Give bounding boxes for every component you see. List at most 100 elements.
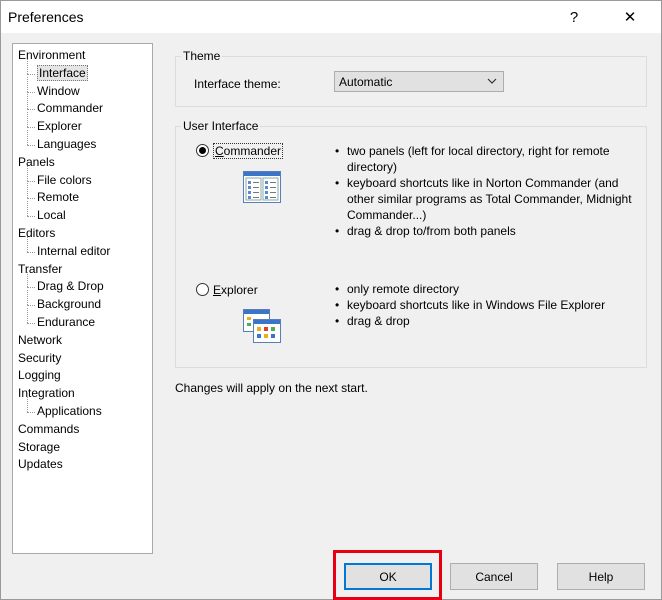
tree-item-window[interactable]: Window [37,83,80,100]
tree-item-network[interactable]: Network [18,332,62,349]
tree-connector [27,58,28,74]
tree-connector [27,94,28,110]
tree-connector [27,216,35,218]
tree-item-remote[interactable]: Remote [37,189,79,206]
theme-legend: Theme [181,49,223,63]
tree-connector [27,201,28,217]
ok-highlight-box [333,550,442,600]
commander-description: two panels (left for local directory, ri… [333,143,645,239]
preferences-tree[interactable]: Environment Interface Window Commander Explo… [12,43,153,554]
tree-item-label: Commander [37,101,104,116]
tree-connector [27,290,28,306]
tree-item-label: Interface [37,64,88,81]
window-title: Preferences [8,9,84,25]
tree-connector [27,412,35,413]
tree-item-security[interactable]: Security [18,350,61,367]
tree-item-label: Security [18,350,62,365]
explorer-layout-icon [243,309,281,343]
tree-connector [27,165,28,181]
tree-item-endurance[interactable]: Endurance [37,314,95,331]
tree-item-label: Window [37,83,80,98]
interface-theme-select[interactable]: Automatic [334,71,504,92]
description-bullet: only remote directory [333,281,645,297]
tree-item-label: Transfer [18,261,63,276]
tree-item-label: Logging [18,368,61,383]
commander-radio-label[interactable]: Commander [213,143,284,159]
close-button[interactable]: ✕ [607,1,653,33]
interface-theme-label: Interface theme: [194,77,281,91]
help-title-button[interactable]: ? [551,1,597,33]
explorer-description: only remote directorykeyboard shortcuts … [333,281,645,329]
tree-connector [27,323,35,324]
tree-connector [27,130,28,145]
tree-item-commands[interactable]: Commands [18,421,79,438]
explorer-radio-label[interactable]: Explorer [213,283,258,297]
tree-connector [27,73,35,75]
tree-connector [27,91,35,93]
tree-item-background[interactable]: Background [37,296,101,313]
tree-connector [27,109,35,111]
tree-item-internal-editor[interactable]: Internal editor [37,243,110,260]
tree-item-label: Endurance [37,315,96,329]
description-bullet: drag & drop to/from both panels [333,223,645,239]
tree-connector [27,308,28,323]
tree-item-logging[interactable]: Logging [18,367,61,384]
tree-item-label: Explorer [37,119,82,134]
question-icon: ? [569,8,579,26]
tree-item-file-colors[interactable]: File colors [37,172,92,189]
description-bullet: keyboard shortcuts like in Windows File … [333,297,645,313]
tree-item-label: Environment [18,48,86,62]
tree-item-label: Storage [18,439,61,454]
tree-item-updates[interactable]: Updates [18,456,63,473]
tree-connector [27,127,35,129]
tree-connector [27,251,35,253]
tree-connector [27,272,28,288]
restart-note: Changes will apply on the next start. [175,381,368,395]
tree-connector [27,145,35,146]
tree-item-panels[interactable]: Panels [18,154,55,171]
tree-item-label: Network [18,332,63,347]
tree-item-label: Background [37,297,102,312]
commander-layout-icon [243,171,281,203]
commander-radio[interactable] [196,144,209,157]
tree-item-transfer[interactable]: Transfer [18,261,62,278]
description-bullet: two panels (left for local directory, ri… [333,143,645,175]
close-icon: ✕ [623,9,637,26]
tree-item-languages[interactable]: Languages [37,136,96,153]
description-bullet: keyboard shortcuts like in Norton Comman… [333,175,645,223]
tree-item-storage[interactable]: Storage [18,439,60,456]
tree-connector [27,76,28,92]
tree-connector [27,236,28,252]
cancel-button[interactable]: Cancel [450,563,538,590]
tree-connector [27,180,35,182]
tree-item-label: Local [37,208,66,223]
tree-connector [27,397,28,412]
tree-item-label: Applications [37,404,102,418]
title-bar: Preferences ? ✕ [1,1,661,33]
explorer-radio[interactable] [196,283,209,296]
preferences-dialog: Preferences ? ✕ Environment Interface Wind… [0,0,662,600]
tree-item-applications[interactable]: Applications [37,403,102,420]
help-button[interactable]: Help [557,563,645,590]
tree-connector [27,287,35,289]
tree-item-label: Internal editor [37,243,111,258]
tree-item-label: Updates [18,457,63,472]
tree-item-label: Remote [37,190,80,205]
tree-item-local[interactable]: Local [37,207,66,224]
tree-connector [27,183,28,199]
tree-item-commander[interactable]: Commander [37,100,103,117]
tree-item-explorer[interactable]: Explorer [37,118,82,135]
tree-item-environment[interactable]: Environment [18,47,85,64]
tree-item-drag-drop[interactable]: Drag & Drop [37,278,104,295]
tree-item-interface[interactable]: Interface [37,64,88,82]
tree-item-label: Drag & Drop [37,279,104,294]
tree-connector [27,305,35,307]
tree-item-label: Commands [18,421,80,436]
tree-item-editors[interactable]: Editors [18,225,55,242]
tree-connector [27,112,28,128]
tree-item-label: Editors [18,226,56,240]
user-interface-legend: User Interface [181,119,261,133]
interface-theme-value: Automatic [339,75,393,89]
tree-connector [27,198,35,200]
tree-item-label: File colors [37,172,92,187]
